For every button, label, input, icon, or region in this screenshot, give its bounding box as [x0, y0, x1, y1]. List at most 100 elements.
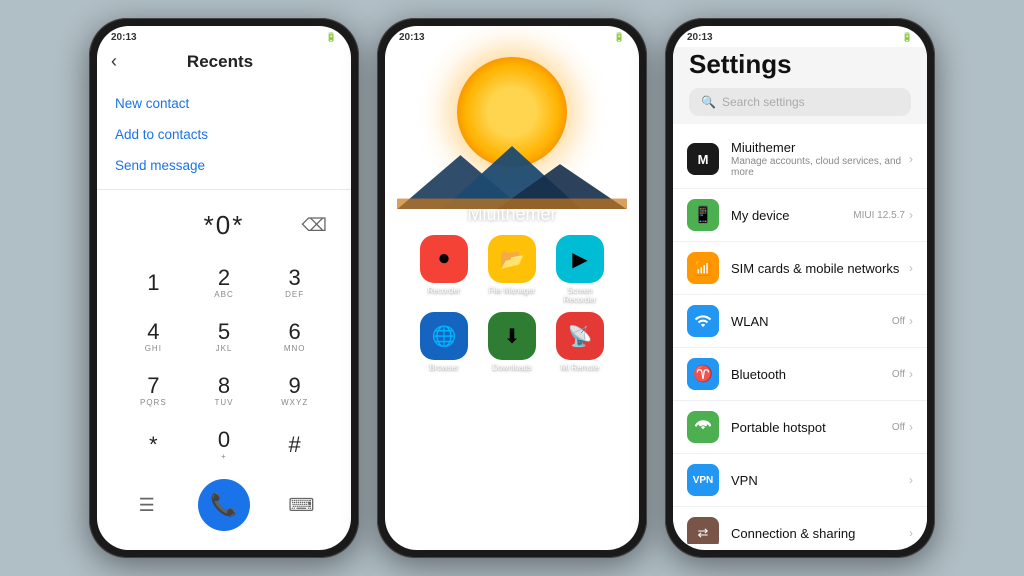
dial-key-7[interactable]: 7PQRS [119, 365, 188, 417]
settings-list: M Miuithemer Manage accounts, cloud serv… [673, 130, 927, 544]
status-icons-1: 🔋 [326, 32, 337, 43]
dial-input-row: *0* ⌫ [111, 200, 337, 257]
vpn-text: VPN [731, 473, 909, 488]
vpn-icon: VPN [687, 464, 719, 496]
chevron-icon-8: › [909, 526, 913, 540]
time-3: 20:13 [687, 32, 713, 43]
chevron-icon-7: › [909, 473, 913, 487]
vpn-right: › [909, 473, 913, 487]
bluetooth-text: Bluetooth [731, 367, 892, 382]
wlan-icon [687, 305, 719, 337]
dial-key-5[interactable]: 5JKL [190, 311, 259, 363]
time-1: 20:13 [111, 32, 137, 43]
bluetooth-status: Off [892, 369, 905, 380]
sim-icon: 📶 [687, 252, 719, 284]
mi-remote-icon: 📡 [556, 312, 604, 360]
battery-icon: 🔋 [326, 32, 337, 43]
recorder-icon: ⏺ [420, 235, 468, 283]
battery-icon-3: 🔋 [902, 32, 913, 43]
dial-key-6[interactable]: 6MNO [260, 311, 329, 363]
miuithemer-sub: Manage accounts, cloud services, and mor… [731, 156, 909, 178]
dialpad-toggle-icon[interactable]: ⌨ [281, 485, 321, 525]
recents-title: Recents [129, 52, 311, 72]
app-screen-recorder[interactable]: ▶ Screen Recorder [551, 235, 609, 304]
back-button[interactable]: ‹ [111, 51, 117, 72]
dial-key-3[interactable]: 3DEF [260, 257, 329, 309]
app-browser[interactable]: 🌐 Browser [415, 312, 473, 372]
app-recorder[interactable]: ⏺ Recorder [415, 235, 473, 304]
search-icon: 🔍 [701, 95, 716, 109]
connection-sharing-icon: ⇄ [687, 517, 719, 544]
app-mi-remote[interactable]: 📡 Mi Remote [551, 312, 609, 372]
connection-sharing-title: Connection & sharing [731, 526, 909, 541]
settings-item-hotspot[interactable]: Portable hotspot Off › [673, 401, 927, 454]
bluetooth-icon: ♈ [687, 358, 719, 390]
dial-key-1[interactable]: 1 [119, 257, 188, 309]
settings-title: Settings [689, 49, 911, 80]
sim-right: › [909, 261, 913, 275]
dial-key-0[interactable]: 0+ [190, 419, 259, 471]
app-row-1: ⏺ Recorder 📂 File Manager ▶ Screen Recor… [415, 235, 609, 304]
dial-key-star[interactable]: * [119, 419, 188, 471]
page-dots [504, 384, 521, 390]
connection-sharing-right: › [909, 526, 913, 540]
bluetooth-right: Off › [892, 367, 913, 381]
menu-icon[interactable]: ☰ [127, 485, 167, 525]
mydevice-icon: 📱 [687, 199, 719, 231]
settings-item-wlan[interactable]: WLAN Off › [673, 295, 927, 348]
hotspot-status: Off [892, 422, 905, 433]
downloads-icon: ⬇ [488, 312, 536, 360]
chevron-icon-5: › [909, 367, 913, 381]
search-bar[interactable]: 🔍 Search settings [689, 88, 911, 116]
app-row-2: 🌐 Browser ⬇ Downloads 📡 Mi Remote [415, 312, 609, 372]
phone-settings: 20:13 🔋 Settings 🔍 Search settings M Miu… [665, 18, 935, 558]
recents-header: ‹ Recents [97, 47, 351, 80]
add-to-contacts-link[interactable]: Add to contacts [115, 119, 333, 150]
wlan-status: Off [892, 316, 905, 327]
settings-item-miuithemer[interactable]: M Miuithemer Manage accounts, cloud serv… [673, 130, 927, 189]
miuithemer-right: › [909, 152, 913, 166]
screen-recorder-label: Screen Recorder [551, 286, 609, 304]
settings-item-sim[interactable]: 📶 SIM cards & mobile networks › [673, 242, 927, 295]
backspace-button[interactable]: ⌫ [302, 215, 327, 236]
send-message-link[interactable]: Send message [115, 150, 333, 181]
dial-key-8[interactable]: 8TUV [190, 365, 259, 417]
app-file-manager[interactable]: 📂 File Manager [483, 235, 541, 304]
miuithemer-text: Miuithemer Manage accounts, cloud servic… [731, 140, 909, 178]
battery-icon-2: 🔋 [614, 32, 625, 43]
settings-item-connection-sharing[interactable]: ⇄ Connection & sharing › [673, 507, 927, 544]
hotspot-icon [687, 411, 719, 443]
settings-item-vpn[interactable]: VPN VPN › [673, 454, 927, 507]
dialpad-bottom: ☰ 📞 ⌨ [97, 471, 351, 541]
wlan-text: WLAN [731, 314, 892, 329]
chevron-icon-4: › [909, 314, 913, 328]
status-bar-2: 20:13 🔋 [385, 26, 639, 47]
status-icons-2: 🔋 [614, 32, 625, 43]
settings-item-mydevice[interactable]: 📱 My device MIUI 12.5.7 › [673, 189, 927, 242]
new-contact-link[interactable]: New contact [115, 88, 333, 119]
browser-icon: 🌐 [420, 312, 468, 360]
chevron-icon-2: › [909, 208, 913, 222]
settings-header: Settings 🔍 Search settings [673, 47, 927, 124]
recorder-label: Recorder [428, 286, 461, 295]
status-icons-3: 🔋 [902, 32, 913, 43]
mountains-decoration [397, 137, 627, 214]
wlan-right: Off › [892, 314, 913, 328]
phone-home: 20:13 🔋 Miuithemer [377, 18, 647, 558]
dial-key-hash[interactable]: # [260, 419, 329, 471]
dot-2 [515, 384, 521, 390]
dot-1 [504, 384, 510, 390]
sim-title: SIM cards & mobile networks [731, 261, 909, 276]
settings-item-bluetooth[interactable]: ♈ Bluetooth Off › [673, 348, 927, 401]
dial-key-9[interactable]: 9WXYZ [260, 365, 329, 417]
dial-key-4[interactable]: 4GHI [119, 311, 188, 363]
mydevice-right: MIUI 12.5.7 › [853, 208, 913, 222]
bluetooth-title: Bluetooth [731, 367, 892, 382]
dial-key-2[interactable]: 2ABC [190, 257, 259, 309]
app-downloads[interactable]: ⬇ Downloads [483, 312, 541, 372]
call-button[interactable]: 📞 [198, 479, 250, 531]
miui-version-badge: MIUI 12.5.7 [853, 210, 905, 221]
mydevice-text: My device [731, 208, 853, 223]
connection-sharing-text: Connection & sharing [731, 526, 909, 541]
mi-remote-label: Mi Remote [561, 363, 600, 372]
